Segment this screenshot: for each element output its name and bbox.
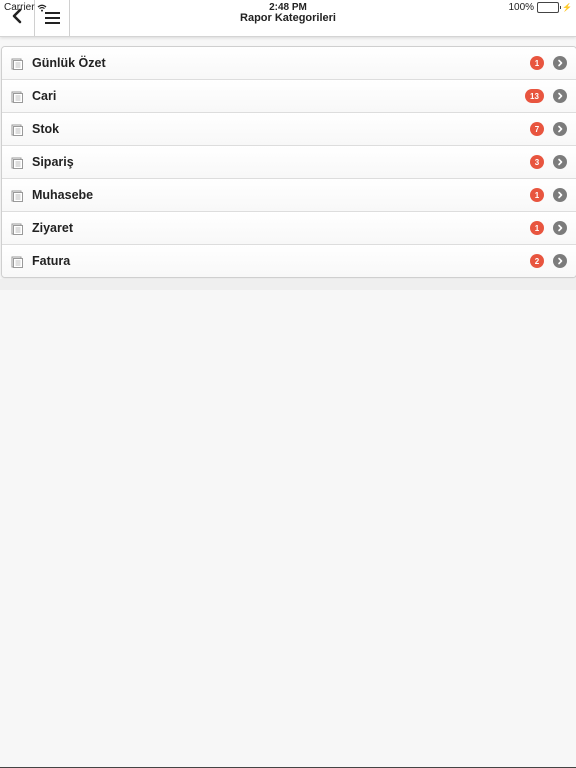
count-badge: 3 xyxy=(530,155,544,169)
charging-icon: ⚡ xyxy=(562,3,572,12)
list-item[interactable]: Günlük Özet 1 xyxy=(2,47,576,80)
category-label: Muhasebe xyxy=(32,188,94,202)
document-icon xyxy=(11,123,23,136)
chevron-right-icon[interactable] xyxy=(553,254,567,268)
list-item[interactable]: Stok 7 xyxy=(2,113,576,146)
chevron-right-icon[interactable] xyxy=(553,188,567,202)
page-title: Rapor Kategorileri xyxy=(240,12,336,24)
document-icon xyxy=(11,57,23,70)
count-badge: 13 xyxy=(525,89,544,103)
document-icon xyxy=(11,156,23,169)
chevron-right-icon[interactable] xyxy=(553,56,567,70)
category-label: Günlük Özet xyxy=(32,56,106,70)
list-item[interactable]: Cari 13 xyxy=(2,80,576,113)
document-icon xyxy=(11,255,23,268)
battery-percent: 100% xyxy=(508,2,535,13)
chevron-right-icon[interactable] xyxy=(553,89,567,103)
document-icon xyxy=(11,189,23,202)
chevron-right-icon[interactable] xyxy=(553,122,567,136)
list-item[interactable]: Muhasebe 1 xyxy=(2,179,576,212)
count-badge: 1 xyxy=(530,188,544,202)
category-label: Sipariş xyxy=(32,155,74,169)
category-label: Cari xyxy=(32,89,57,103)
battery-indicator: 100% ⚡ xyxy=(508,2,572,13)
category-list: Günlük Özet 1 Cari 13 Stok 7 Sipariş 3 Muhasebe 1… xyxy=(1,46,576,278)
navigation-bar: Carrier 2:48 PM Rapor Kategorileri 100% … xyxy=(0,0,576,37)
document-icon xyxy=(11,222,23,235)
document-icon xyxy=(11,90,23,103)
category-label: Ziyaret xyxy=(32,221,73,235)
count-badge: 1 xyxy=(530,56,544,70)
list-footer xyxy=(0,279,576,290)
count-badge: 1 xyxy=(530,221,544,235)
list-item[interactable]: Fatura 2 xyxy=(2,245,576,277)
list-item[interactable]: Ziyaret 1 xyxy=(2,212,576,245)
category-label: Stok xyxy=(32,122,60,136)
list-item[interactable]: Sipariş 3 xyxy=(2,146,576,179)
battery-icon: ⚡ xyxy=(537,2,572,13)
count-badge: 7 xyxy=(530,122,544,136)
chevron-right-icon[interactable] xyxy=(553,221,567,235)
chevron-right-icon[interactable] xyxy=(553,155,567,169)
count-badge: 2 xyxy=(530,254,544,268)
category-label: Fatura xyxy=(32,254,71,268)
